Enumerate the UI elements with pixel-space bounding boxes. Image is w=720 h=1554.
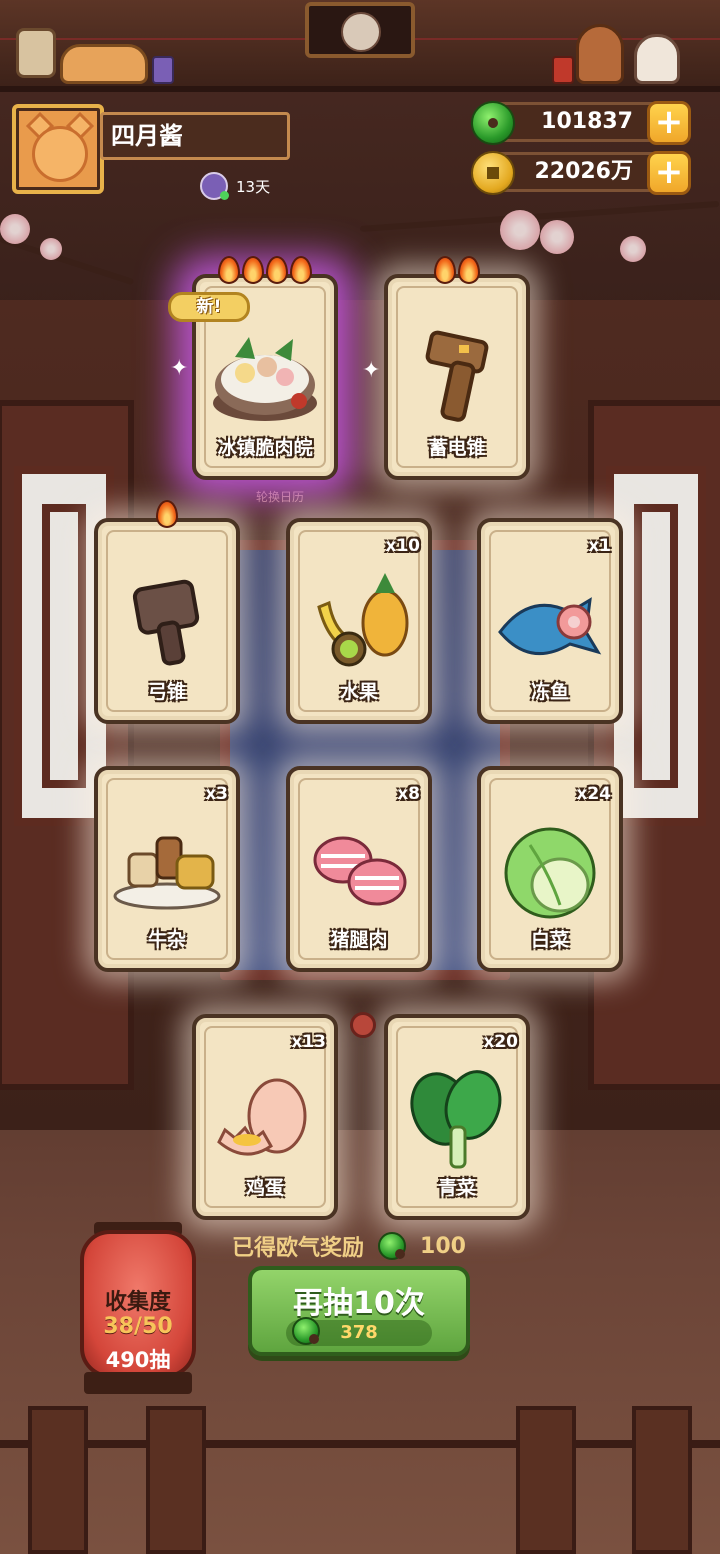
flame-icon <box>458 256 480 284</box>
blossom-branch-left <box>0 236 135 286</box>
jade-currency-bar: 101837 + <box>471 101 691 145</box>
sparkle-icon: ✦ <box>362 358 381 383</box>
item-name: 蓄电锥 <box>428 437 486 459</box>
paw-frame-icon[interactable] <box>16 28 56 78</box>
item-count: x8 <box>397 784 420 804</box>
reward-text: 已得欧气奖励 <box>232 1236 365 1261</box>
item-name: 白菜 <box>530 929 569 951</box>
collection-draws: 490抽 <box>105 1348 171 1372</box>
collection-lantern[interactable]: 收集度 38/50 490抽 <box>80 1230 196 1378</box>
lantern-base <box>84 1372 192 1394</box>
flame-icon <box>218 256 240 284</box>
days-count: 13天 <box>236 177 271 196</box>
right-door <box>588 400 720 1090</box>
fence-post <box>28 1406 88 1554</box>
flame-icon <box>434 256 456 284</box>
add-coin-button[interactable]: + <box>647 151 691 195</box>
login-days[interactable]: 13天 <box>200 172 270 200</box>
pork-icon <box>290 810 428 930</box>
pin-icon <box>350 1012 376 1038</box>
reward-card[interactable]: x1 冻鱼 <box>477 518 623 724</box>
item-name: 冰镇脆肉皖 <box>217 437 313 459</box>
rarity-flames <box>388 256 526 284</box>
blossom-icon <box>620 236 646 262</box>
reward-value: 100 <box>420 1233 466 1259</box>
purple-jar-icon <box>152 56 174 84</box>
item-name: 弓锥 <box>147 681 186 703</box>
blossom-icon <box>500 210 540 250</box>
item-name: 冻鱼 <box>530 681 569 703</box>
flame-icon <box>242 256 264 284</box>
coin-currency-bar: 22026万 + <box>471 151 691 195</box>
item-count: x10 <box>385 536 420 556</box>
jade-amount: 101837 <box>541 109 633 134</box>
fruit-icon <box>290 562 428 682</box>
item-count: x3 <box>205 784 228 804</box>
hotpot-icon <box>196 318 334 438</box>
draw-again-button[interactable]: 再抽10次 378 <box>248 1266 470 1356</box>
flame-icon <box>156 500 178 528</box>
fence-post <box>146 1406 206 1554</box>
item-count: x13 <box>291 1032 326 1052</box>
greens-icon <box>388 1058 526 1178</box>
calendar-label[interactable]: 轮换日历 <box>250 488 310 505</box>
npc-chef-icon[interactable] <box>576 24 624 84</box>
draw-cost-value: 378 <box>340 1322 378 1343</box>
reward-card[interactable]: x20 青菜 <box>384 1014 530 1220</box>
collection-progress: 38/50 <box>103 1314 173 1339</box>
add-jade-button[interactable]: + <box>647 101 691 145</box>
coin-icon <box>471 151 515 195</box>
reward-card[interactable]: x3 牛杂 <box>94 766 240 972</box>
draw-again-label: 再抽10次 <box>293 1286 425 1321</box>
reward-card[interactable]: 新! 冰镇脆肉皖 <box>168 256 338 480</box>
hammer-icon <box>388 318 526 438</box>
reward-card[interactable]: x13 鸡蛋 <box>192 1014 338 1220</box>
reward-card[interactable]: x24 白菜 <box>477 766 623 972</box>
player-name[interactable]: 四月酱 <box>100 112 290 160</box>
offal-icon <box>98 810 236 930</box>
jade-icon <box>378 1232 407 1260</box>
item-name: 青菜 <box>437 1177 476 1199</box>
mallet-icon <box>98 562 236 682</box>
coin-amount: 22026万 <box>534 159 633 184</box>
reward-card[interactable]: 蓄电锥 <box>384 256 530 480</box>
reward-card[interactable]: x8 猪腿肉 <box>286 766 432 972</box>
top-shelf <box>0 0 720 92</box>
tabby-cat-icon[interactable] <box>60 44 148 84</box>
red-jar-icon <box>552 56 574 84</box>
fence-post <box>632 1406 692 1554</box>
draw-cost: 378 <box>286 1317 432 1346</box>
item-name: 牛杂 <box>147 929 186 951</box>
rarity-flames <box>196 256 334 284</box>
flame-icon <box>290 256 312 284</box>
reward-line: 已得欧气奖励 100 <box>232 1228 466 1264</box>
blossom-icon <box>0 214 30 244</box>
cabbage-icon <box>481 810 619 930</box>
collection-title: 收集度 <box>104 1290 171 1315</box>
item-name: 猪腿肉 <box>330 929 388 951</box>
player-avatar[interactable] <box>12 104 104 194</box>
item-count: x24 <box>576 784 611 804</box>
companion-avatar-icon <box>200 172 229 200</box>
raccoon-portrait-icon <box>341 12 381 52</box>
fish-icon <box>481 562 619 682</box>
rarity-flames <box>98 500 236 528</box>
cat-face-icon <box>32 126 88 182</box>
flame-icon <box>266 256 288 284</box>
reward-card[interactable]: 弓锥 <box>94 500 240 724</box>
portrait-frame[interactable] <box>305 2 415 58</box>
jade-icon <box>471 101 515 145</box>
egg-icon <box>196 1058 334 1178</box>
fence-post <box>516 1406 576 1554</box>
blossom-icon <box>540 220 574 254</box>
floor-edge <box>0 1440 720 1448</box>
item-name: 鸡蛋 <box>245 1177 284 1199</box>
sparkle-icon: ✦ <box>170 356 189 381</box>
blossom-icon <box>40 238 62 260</box>
reward-card[interactable]: x10 水果 <box>286 518 432 724</box>
white-cat-icon[interactable] <box>634 34 680 84</box>
item-name: 水果 <box>339 681 378 703</box>
item-count: x20 <box>483 1032 518 1052</box>
item-count: x1 <box>588 536 611 556</box>
